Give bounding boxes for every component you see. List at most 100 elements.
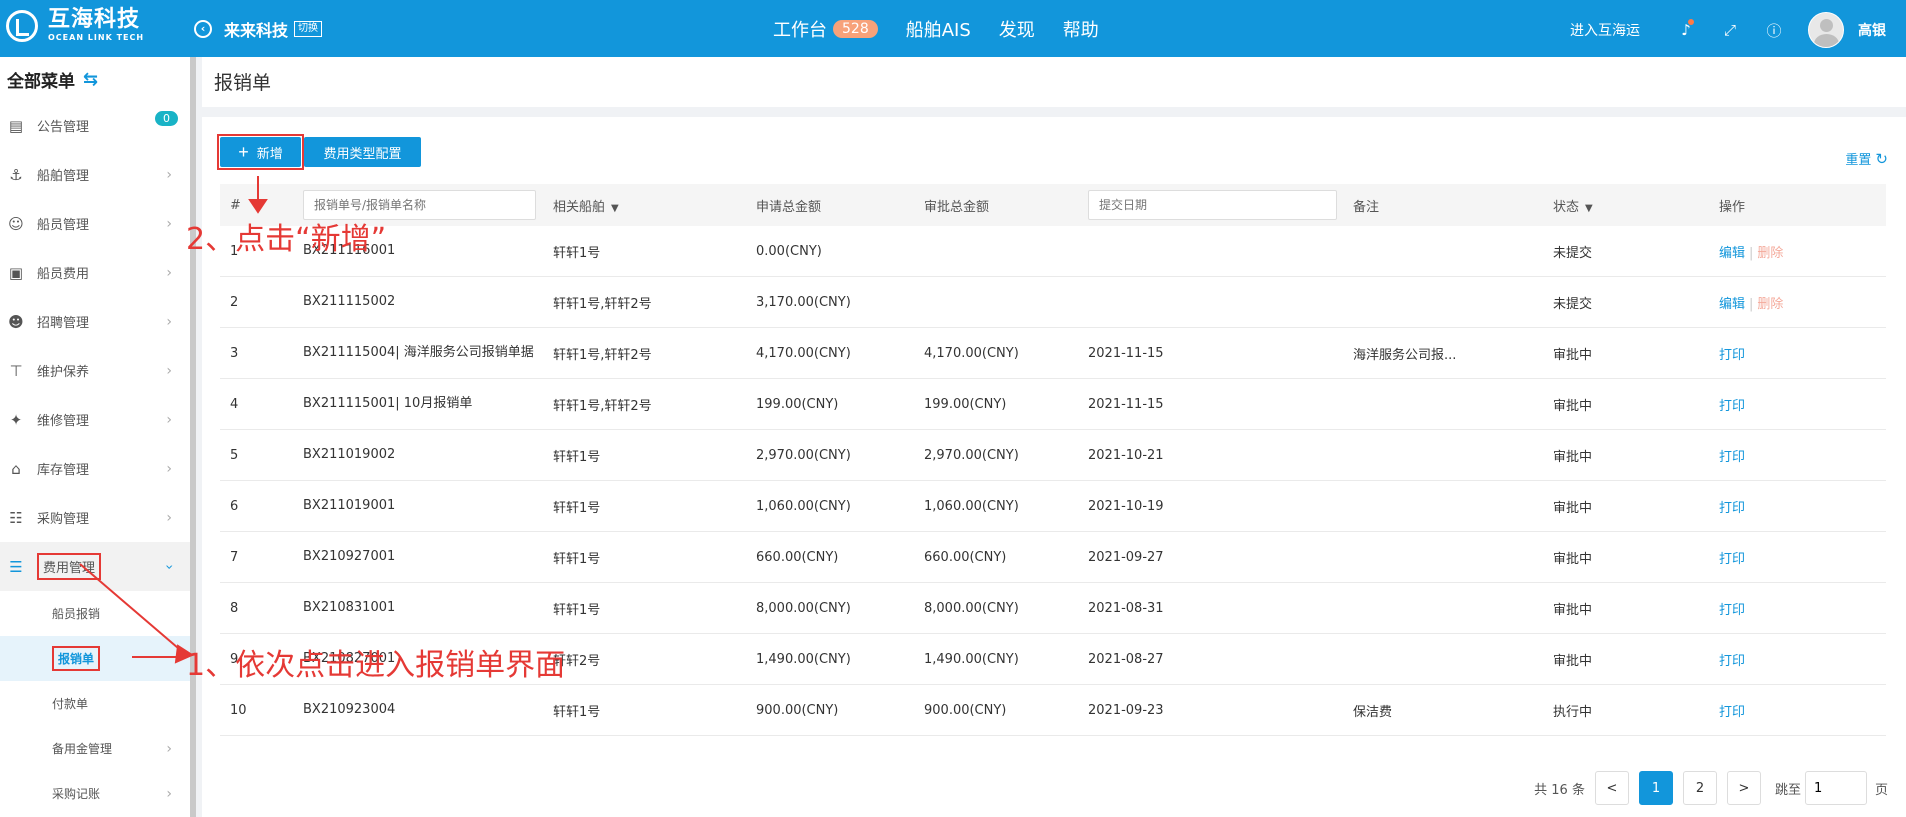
cell-apply-amount: 2,970.00(CNY) — [756, 447, 851, 463]
page-unit-label: 页 — [1874, 782, 1888, 798]
nav-ship-ais-label: 船舶AIS — [905, 20, 971, 41]
chevron-right-icon: › — [166, 166, 172, 183]
bell-icon[interactable]: ♪ — [1676, 19, 1696, 39]
nav-discover[interactable]: 发现 — [999, 16, 1035, 42]
sidebar-item-label: 库存管理 — [37, 463, 90, 478]
sidebar-item-ships[interactable]: ⚓ 船舶管理 › — [0, 150, 190, 199]
switch-company-tag[interactable]: 切换 — [294, 21, 323, 37]
cell-ship: 轩轩1号 — [553, 602, 601, 618]
chevron-right-icon: › — [166, 740, 172, 757]
edit-link[interactable]: 编辑 — [1719, 297, 1745, 312]
delete-link[interactable]: 删除 — [1757, 297, 1783, 312]
total-count: 共 16 条 — [1534, 782, 1585, 798]
table-row: 10 BX210923004 轩轩1号 900.00(CNY) 900.00(CNY) 2… — [220, 685, 1886, 736]
sidebar-sub-label: 付款单 — [52, 697, 89, 711]
goto-label: 跳至 — [1774, 782, 1801, 798]
print-link[interactable]: 打印 — [1719, 654, 1745, 669]
next-page-button[interactable]: > — [1726, 771, 1761, 805]
page-2-button[interactable]: 2 — [1682, 771, 1717, 805]
col-remark: 备注 — [1353, 199, 1380, 215]
cell-name[interactable]: BX210927001 — [303, 548, 553, 566]
chevron-right-icon: › — [166, 411, 172, 428]
wrench-icon: ✦ — [9, 410, 23, 429]
reset-label: 重置 — [1845, 153, 1872, 168]
cell-index: 7 — [230, 549, 239, 565]
cell-name[interactable]: BX211019002 — [303, 446, 553, 464]
avatar[interactable] — [1808, 12, 1844, 48]
cell-status: 审批中 — [1553, 347, 1593, 363]
sidebar-item-maintenance[interactable]: ⊤ 维护保养 › — [0, 346, 190, 395]
print-link[interactable]: 打印 — [1719, 399, 1745, 414]
cell-index: 6 — [230, 498, 239, 514]
col-status-filter[interactable]: 状态 ▼ — [1553, 196, 1719, 215]
cell-ship: 轩轩1号 — [553, 245, 601, 261]
nav-ship-ais[interactable]: 船舶AIS — [906, 16, 971, 42]
company-switcher[interactable]: ‹ 来来科技 切换 — [194, 17, 323, 41]
cell-actions: 编辑 | 删除 — [1719, 293, 1886, 312]
sidebar-item-crew[interactable]: ☺ 船员管理 › — [0, 199, 190, 248]
sidebar-sub-payment[interactable]: 付款单 — [0, 681, 190, 726]
page-title: 报销单 — [202, 57, 1906, 107]
swap-icon[interactable]: ⇆ — [83, 69, 98, 90]
cell-name[interactable]: BX211115001| 10月报销单 — [303, 395, 553, 413]
cell-name[interactable]: BX210831001 — [303, 599, 553, 617]
reset-button[interactable]: 重置 ↻ — [1845, 149, 1888, 169]
cell-ship: 轩轩1号 — [553, 551, 601, 567]
sidebar-sub-crew-reimburse[interactable]: 船员报销 — [0, 591, 190, 636]
sidebar-item-crew-expenses[interactable]: ▣ 船员费用 › — [0, 248, 190, 297]
sidebar-item-label: 维修管理 — [37, 414, 90, 429]
fullscreen-icon[interactable]: ⤢ — [1720, 21, 1740, 39]
top-right-tools: 进入互海运 ♪ ⤢ ⓘ 高银 — [1570, 12, 1886, 48]
user-name[interactable]: 高银 — [1858, 20, 1886, 40]
sidebar: 全部菜单 ⇆ ▤ 公告管理 0 ⚓ 船舶管理 › ☺ 船员管理 › ▣ 船员费用… — [0, 57, 190, 817]
col-index: # — [230, 197, 241, 213]
nav-workbench[interactable]: 工作台 528 — [773, 16, 878, 42]
print-link[interactable]: 打印 — [1719, 501, 1745, 516]
sidebar-sub-purchase-bookkeeping[interactable]: 采购记账 › — [0, 771, 190, 816]
sidebar-item-label: 采购管理 — [37, 512, 90, 527]
cell-name[interactable]: BX211115004| 海洋服务公司报销单据 — [303, 344, 553, 362]
nav-help[interactable]: 帮助 — [1063, 16, 1099, 42]
sidebar-sub-petty-cash[interactable]: 备用金管理 › — [0, 726, 190, 771]
col-ship-filter[interactable]: 相关船舶 ▼ — [553, 196, 753, 215]
print-link[interactable]: 打印 — [1719, 552, 1745, 567]
back-icon[interactable]: ‹ — [194, 20, 212, 38]
chevron-right-icon: › — [166, 264, 172, 281]
sidebar-sub-reimbursement[interactable]: 报销单 — [0, 636, 190, 681]
sidebar-item-repair[interactable]: ✦ 维修管理 › — [0, 395, 190, 444]
enter-hihaiyun-link[interactable]: 进入互海运 — [1570, 20, 1640, 40]
print-link[interactable]: 打印 — [1719, 705, 1745, 720]
brand-logo[interactable]: 互海科技 OCEAN LINK TECH — [6, 9, 144, 42]
prev-page-button[interactable]: < — [1594, 771, 1629, 805]
sidebar-item-label: 船舶管理 — [37, 169, 90, 184]
print-link[interactable]: 打印 — [1719, 450, 1745, 465]
cell-index: 8 — [230, 600, 239, 616]
goto-page-input[interactable] — [1804, 771, 1867, 805]
sidebar-item-announcements[interactable]: ▤ 公告管理 0 — [0, 101, 190, 150]
page-1-button[interactable]: 1 — [1638, 771, 1673, 805]
cell-name[interactable]: BX211115002 — [303, 293, 553, 311]
cell-date: 2021-10-21 — [1088, 447, 1164, 463]
print-link[interactable]: 打印 — [1719, 603, 1745, 618]
cell-date: 2021-11-15 — [1088, 345, 1164, 361]
cell-actions: 打印 — [1719, 395, 1886, 414]
expense-type-config-button[interactable]: 费用类型配置 — [304, 137, 421, 167]
delete-link[interactable]: 删除 — [1757, 246, 1783, 261]
sidebar-item-recruitment[interactable]: ☻ 招聘管理 › — [0, 297, 190, 346]
col-apply-amount: 申请总金额 — [756, 199, 822, 215]
sidebar-item-label: 费用管理 — [37, 553, 102, 580]
sidebar-item-purchase[interactable]: ☷ 采购管理 › — [0, 493, 190, 542]
content-panel: + 新增 费用类型配置 重置 ↻ # 相关船舶 ▼ 申请总金额 审批总金额 备注 … — [202, 117, 1906, 817]
date-filter-input[interactable] — [1088, 190, 1337, 220]
sidebar-item-inventory[interactable]: ⌂ 库存管理 › — [0, 444, 190, 493]
cell-name[interactable]: BX211019001 — [303, 497, 553, 515]
edit-link[interactable]: 编辑 — [1719, 246, 1745, 261]
col-ship-label: 相关船舶 — [553, 199, 606, 215]
help-icon[interactable]: ⓘ — [1764, 20, 1784, 41]
sidebar-sub-label: 备用金管理 — [52, 742, 113, 756]
sidebar-item-expense-mgmt[interactable]: ☰ 费用管理 › — [0, 542, 190, 591]
add-button[interactable]: + 新增 — [220, 137, 301, 167]
print-link[interactable]: 打印 — [1719, 348, 1745, 363]
cell-name[interactable]: BX210923004 — [303, 701, 553, 719]
sidebar-scrollbar[interactable] — [190, 57, 196, 817]
